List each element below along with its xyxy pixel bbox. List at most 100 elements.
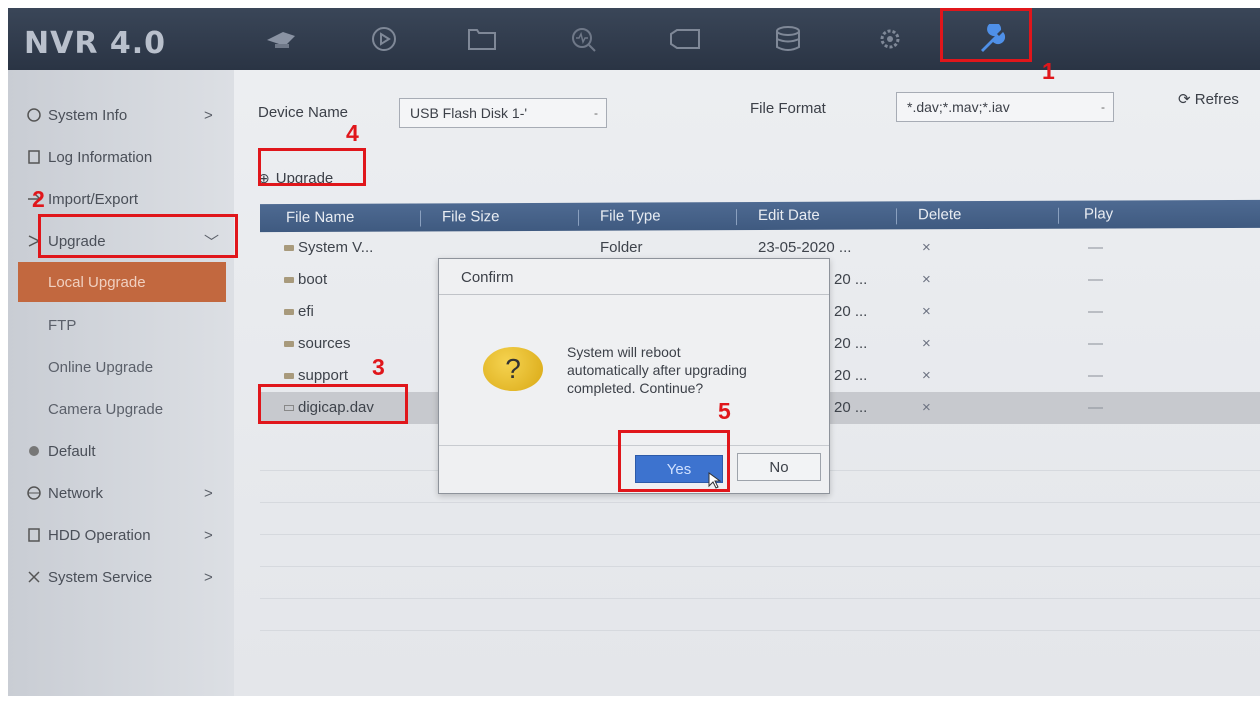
sidebar-item-label: Network — [48, 484, 104, 502]
search-icon[interactable] — [560, 20, 608, 58]
delete-icon[interactable]: × — [922, 239, 931, 256]
annotation-number: 1 — [1042, 58, 1055, 84]
header-play: Play — [1084, 205, 1114, 223]
no-button[interactable]: No — [737, 453, 821, 481]
annotation-number: 5 — [718, 398, 731, 424]
camera-icon[interactable] — [258, 20, 306, 58]
play-icon[interactable]: — — [1088, 399, 1103, 416]
annotation-box-digicap-file — [258, 384, 408, 424]
info-icon — [26, 107, 42, 123]
chevron-right-icon: > — [204, 568, 213, 586]
mouse-cursor-icon — [708, 472, 722, 495]
header-separator — [420, 210, 421, 227]
dropdown-arrow-icon: - — [594, 106, 598, 120]
dropdown-arrow-icon: - — [1101, 100, 1105, 114]
edit-date-cell: 20 ... — [834, 335, 868, 352]
edit-date-cell: 23-05-2020 ... — [758, 239, 852, 256]
log-icon — [26, 149, 42, 165]
header-separator — [1058, 207, 1059, 224]
annotation-box-upgrade-button — [258, 148, 366, 186]
delete-icon[interactable]: × — [922, 335, 931, 352]
row-divider — [260, 534, 1260, 535]
annotation-number: 4 — [346, 120, 359, 146]
sidebar-item-ftp[interactable]: FTP — [8, 304, 234, 346]
sidebar-item-network[interactable]: Network > — [8, 472, 234, 514]
storage-icon[interactable] — [764, 20, 812, 58]
edit-date-cell: 20 ... — [834, 271, 868, 288]
row-divider — [260, 598, 1260, 599]
file-name-text: support — [298, 367, 349, 384]
folder-icon — [284, 373, 294, 380]
default-icon — [26, 443, 42, 459]
question-icon: ? — [483, 347, 543, 391]
sidebar-item-system-service[interactable]: System Service > — [8, 556, 234, 598]
sidebar-item-label: System Info — [48, 106, 128, 124]
sidebar-item-hdd-operation[interactable]: HDD Operation > — [8, 514, 234, 556]
sidebar-item-camera-upgrade[interactable]: Camera Upgrade — [8, 388, 234, 430]
delete-icon[interactable]: × — [922, 303, 931, 320]
edit-date-cell: 20 ... — [834, 303, 868, 320]
dialog-message-line: automatically after upgrading — [567, 362, 747, 378]
play-icon[interactable]: — — [1088, 239, 1103, 256]
device-name-select[interactable]: USB Flash Disk 1-' - — [399, 98, 607, 128]
hdd-icon — [26, 527, 42, 543]
delete-icon[interactable]: × — [922, 271, 931, 288]
folder-icon — [284, 341, 294, 348]
edit-date-cell: 20 ... — [834, 367, 868, 384]
sidebar-item-label: Camera Upgrade — [48, 400, 164, 418]
sidebar: System Info > Log Information Import/Exp… — [8, 70, 234, 696]
sidebar-item-label: HDD Operation — [48, 526, 151, 544]
refresh-button[interactable]: ⟳ Refres — [1178, 90, 1239, 108]
header-separator — [736, 209, 737, 226]
header-file-name: File Name — [286, 208, 355, 227]
folder-icon — [284, 309, 294, 316]
sidebar-item-system-info[interactable]: System Info > — [8, 94, 234, 136]
delete-icon[interactable]: × — [922, 399, 931, 416]
file-type-cell: Folder — [600, 239, 643, 256]
file-icon[interactable] — [458, 20, 506, 58]
sidebar-item-default[interactable]: Default — [8, 430, 234, 472]
play-icon[interactable]: — — [1088, 335, 1103, 352]
dialog-title: Confirm — [439, 259, 829, 295]
app-logo: NVR 4.0 — [24, 26, 167, 61]
sidebar-item-label: System Service — [48, 568, 153, 586]
file-format-label: File Format — [750, 100, 826, 117]
play-icon[interactable]: — — [1088, 303, 1103, 320]
playback-icon[interactable] — [360, 20, 408, 58]
sidebar-item-label: Online Upgrade — [48, 358, 154, 376]
play-icon[interactable]: — — [1088, 271, 1103, 288]
sidebar-item-label: Local Upgrade — [48, 273, 146, 291]
file-name-cell: support — [284, 367, 348, 384]
annotation-box-upgrade-menu — [38, 214, 238, 258]
play-icon[interactable]: — — [1088, 367, 1103, 384]
file-name-cell: boot — [284, 271, 327, 288]
table-header: File Name File Size File Type Edit Date … — [260, 199, 1260, 233]
row-divider — [260, 630, 1260, 631]
sidebar-item-online-upgrade[interactable]: Online Upgrade — [8, 346, 234, 388]
nvr-screen: NVR 4.0 System Info > Log Information Im… — [8, 8, 1260, 696]
delete-icon[interactable]: × — [922, 367, 931, 384]
chevron-right-icon: > — [204, 484, 213, 502]
refresh-icon: ⟳ — [1178, 91, 1195, 108]
tag-icon[interactable] — [662, 20, 710, 58]
sidebar-item-label: FTP — [48, 316, 77, 334]
dialog-message-line: System will reboot — [567, 344, 681, 360]
configuration-icon[interactable] — [866, 20, 914, 58]
file-name-cell: efi — [284, 303, 314, 320]
device-name-value: USB Flash Disk 1-' — [410, 105, 528, 121]
top-menu-bar: NVR 4.0 — [8, 8, 1260, 70]
sidebar-item-label: Log Information — [48, 148, 153, 166]
chevron-right-icon: > — [204, 526, 213, 544]
sidebar-item-label: Import/Export — [48, 190, 139, 208]
file-name-cell: sources — [284, 335, 351, 352]
file-format-select[interactable]: *.dav;*.mav;*.iav - — [896, 92, 1114, 122]
sidebar-item-log-information[interactable]: Log Information — [8, 136, 234, 178]
header-delete: Delete — [918, 206, 962, 224]
sidebar-item-local-upgrade[interactable]: Local Upgrade — [18, 262, 226, 302]
dialog-message-line: completed. Continue? — [567, 380, 704, 396]
file-name-text: sources — [298, 335, 351, 352]
annotation-number: 2 — [32, 186, 45, 212]
header-file-size: File Size — [442, 208, 500, 226]
file-format-value: *.dav;*.mav;*.iav — [907, 99, 1010, 115]
header-edit-date: Edit Date — [758, 206, 820, 225]
